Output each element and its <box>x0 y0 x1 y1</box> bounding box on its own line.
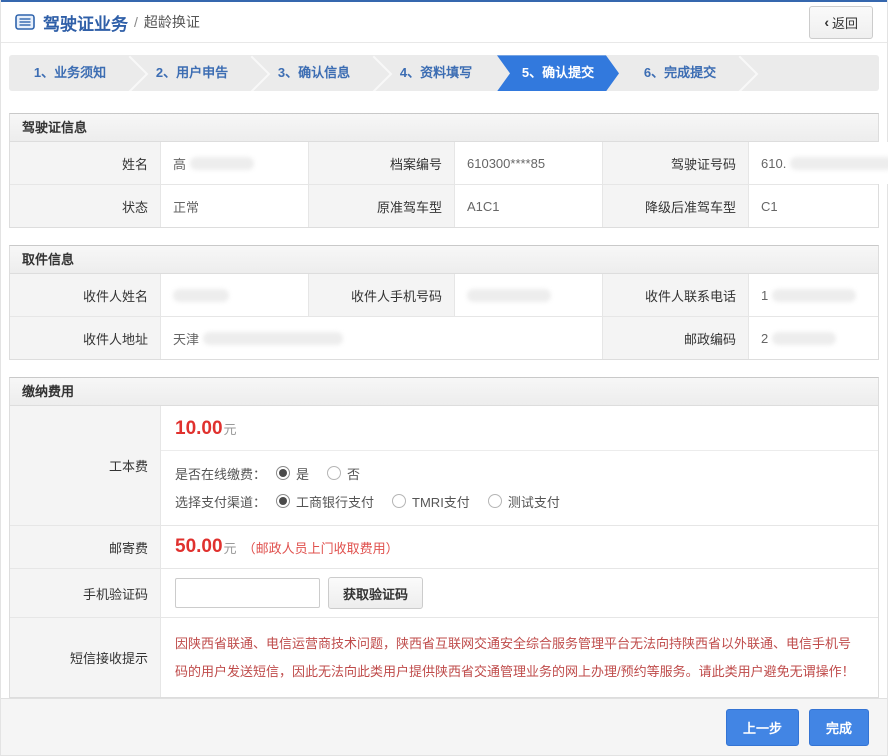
mail-fee-unit: 元 <box>224 538 237 557</box>
captcha-value: 获取验证码 <box>160 569 878 617</box>
sms-tip-text: 因陕西省联通、电信运营商技术问题，陕西省互联网交通安全综合服务管理平台无法向持陕… <box>175 630 862 685</box>
license-info-section: 驾驶证信息 姓名 高 档案编号 610300****85 驾驶证号码 610. … <box>9 113 879 228</box>
list-icon <box>15 14 35 30</box>
pay-channel-option-line: 选择支付渠道： 工商银行支付 TMRI支付 测试支付 <box>175 487 864 515</box>
channel-icbc-radio[interactable] <box>276 494 290 508</box>
license-section-title: 驾驶证信息 <box>10 114 878 142</box>
pay-channel-label: 选择支付渠道： <box>175 492 266 511</box>
mobile-value <box>454 274 602 316</box>
channel-test-radio[interactable] <box>488 494 502 508</box>
mail-fee-amount: 50.00 <box>175 536 223 558</box>
finish-button[interactable]: 完成 <box>809 709 869 746</box>
redacted-value <box>467 289 551 302</box>
pickup-info-section: 取件信息 收件人姓名 收件人手机号码 收件人联系电话 1 收件人地址 天津 <box>9 245 879 360</box>
step-1-notice[interactable]: 1、业务须知 <box>9 55 131 91</box>
breadcrumb-current: 超龄换证 <box>144 12 200 32</box>
new-class-value: C1 <box>748 185 878 227</box>
get-code-button[interactable]: 获取验证码 <box>328 577 423 609</box>
redacted-value <box>203 332 343 345</box>
work-fee-row: 工本费 10.00元 是否在线缴费： 是 否 选择支付渠道： <box>10 406 878 525</box>
phone-label: 收件人联系电话 <box>602 274 748 316</box>
recipient-label: 收件人姓名 <box>10 274 160 316</box>
step-wizard: 1、业务须知 2、用户申告 3、确认信息 4、资料填写 5、确认提交 6、完成提… <box>9 55 879 91</box>
redacted-value <box>772 332 836 345</box>
table-row: 收件人地址 天津 邮政编码 2 <box>10 316 878 359</box>
work-fee-amount-line: 10.00元 <box>161 406 878 450</box>
work-fee-label: 工本费 <box>10 406 160 525</box>
postcode-value: 2 <box>748 317 878 359</box>
channel-tmri-radio[interactable] <box>392 494 406 508</box>
pickup-section-title: 取件信息 <box>10 246 878 274</box>
sms-tip-value: 因陕西省联通、电信运营商技术问题，陕西省互联网交通安全综合服务管理平台无法向持陕… <box>160 618 878 697</box>
postcode-label: 邮政编码 <box>602 317 748 359</box>
table-row: 姓名 高 档案编号 610300****85 驾驶证号码 610. <box>10 142 878 184</box>
step-4-fill-data[interactable]: 4、资料填写 <box>375 55 497 91</box>
mail-fee-value: 50.00元 （邮政人员上门收取费用） <box>160 526 878 568</box>
table-row: 收件人姓名 收件人手机号码 收件人联系电话 1 <box>10 274 878 316</box>
payment-options: 是否在线缴费： 是 否 选择支付渠道： 工商银行支付 TMRI支付 测试支付 <box>161 450 878 525</box>
payment-section-title: 缴纳费用 <box>10 378 878 406</box>
back-button-label: 返回 <box>832 13 858 32</box>
status-value: 正常 <box>160 185 308 227</box>
header: 驾驶证业务 / 超龄换证 ‹ 返回 <box>1 2 887 43</box>
channel-icbc-label: 工商银行支付 <box>296 492 374 511</box>
payment-section: 缴纳费用 工本费 10.00元 是否在线缴费： 是 否 选择支付渠道： <box>9 377 879 698</box>
recipient-value <box>160 274 308 316</box>
name-label: 姓名 <box>10 142 160 184</box>
redacted-value <box>790 157 888 170</box>
captcha-label: 手机验证码 <box>10 569 160 617</box>
table-row: 状态 正常 原准驾车型 A1C1 降级后准驾车型 C1 <box>10 184 878 227</box>
online-no-label: 否 <box>347 464 360 483</box>
step-2-declare[interactable]: 2、用户申告 <box>131 55 253 91</box>
phone-value: 1 <box>748 274 878 316</box>
orig-class-label: 原准驾车型 <box>308 185 454 227</box>
channel-tmri-label: TMRI支付 <box>412 492 470 511</box>
channel-test-label: 测试支付 <box>508 492 560 511</box>
sms-tip-label: 短信接收提示 <box>10 618 160 697</box>
step-6-done[interactable]: 6、完成提交 <box>619 55 741 91</box>
redacted-value <box>173 289 229 302</box>
work-fee-value: 10.00元 是否在线缴费： 是 否 选择支付渠道： 工商银行支付 <box>160 406 878 525</box>
orig-class-value: A1C1 <box>454 185 602 227</box>
step-3-confirm-info[interactable]: 3、确认信息 <box>253 55 375 91</box>
sms-code-input[interactable] <box>175 578 320 608</box>
mail-fee-row: 邮寄费 50.00元 （邮政人员上门收取费用） <box>10 525 878 568</box>
online-pay-label: 是否在线缴费： <box>175 464 266 483</box>
work-fee-unit: 元 <box>224 422 237 437</box>
license-no-label: 驾驶证号码 <box>602 142 748 184</box>
new-class-label: 降级后准驾车型 <box>602 185 748 227</box>
chevron-left-icon: ‹ <box>824 14 829 30</box>
breadcrumb-separator: / <box>134 14 138 30</box>
step-5-confirm-submit[interactable]: 5、确认提交 <box>497 55 619 91</box>
file-no-value: 610300****85 <box>454 142 602 184</box>
mobile-label: 收件人手机号码 <box>308 274 454 316</box>
page-title: 驾驶证业务 <box>43 10 128 35</box>
address-label: 收件人地址 <box>10 317 160 359</box>
footer-action-bar: 上一步 完成 <box>1 698 887 755</box>
page: 驾驶证业务 / 超龄换证 ‹ 返回 1、业务须知 2、用户申告 3、确认信息 4… <box>0 0 888 756</box>
online-pay-option-line: 是否在线缴费： 是 否 <box>175 459 864 487</box>
work-fee-amount: 10.00 <box>175 418 223 439</box>
sms-tip-row: 短信接收提示 因陕西省联通、电信运营商技术问题，陕西省互联网交通安全综合服务管理… <box>10 617 878 697</box>
file-no-label: 档案编号 <box>308 142 454 184</box>
back-button[interactable]: ‹ 返回 <box>809 6 873 39</box>
prev-step-button[interactable]: 上一步 <box>726 709 799 746</box>
online-yes-label: 是 <box>296 464 309 483</box>
redacted-value <box>772 289 856 302</box>
mail-fee-label: 邮寄费 <box>10 526 160 568</box>
mail-fee-note: （邮政人员上门收取费用） <box>243 538 399 557</box>
captcha-row: 手机验证码 获取验证码 <box>10 568 878 617</box>
status-label: 状态 <box>10 185 160 227</box>
license-no-value: 610. <box>748 142 888 184</box>
redacted-value <box>190 157 254 170</box>
online-yes-radio[interactable] <box>276 466 290 480</box>
name-value: 高 <box>160 142 308 184</box>
online-no-radio[interactable] <box>327 466 341 480</box>
address-value: 天津 <box>160 317 602 359</box>
